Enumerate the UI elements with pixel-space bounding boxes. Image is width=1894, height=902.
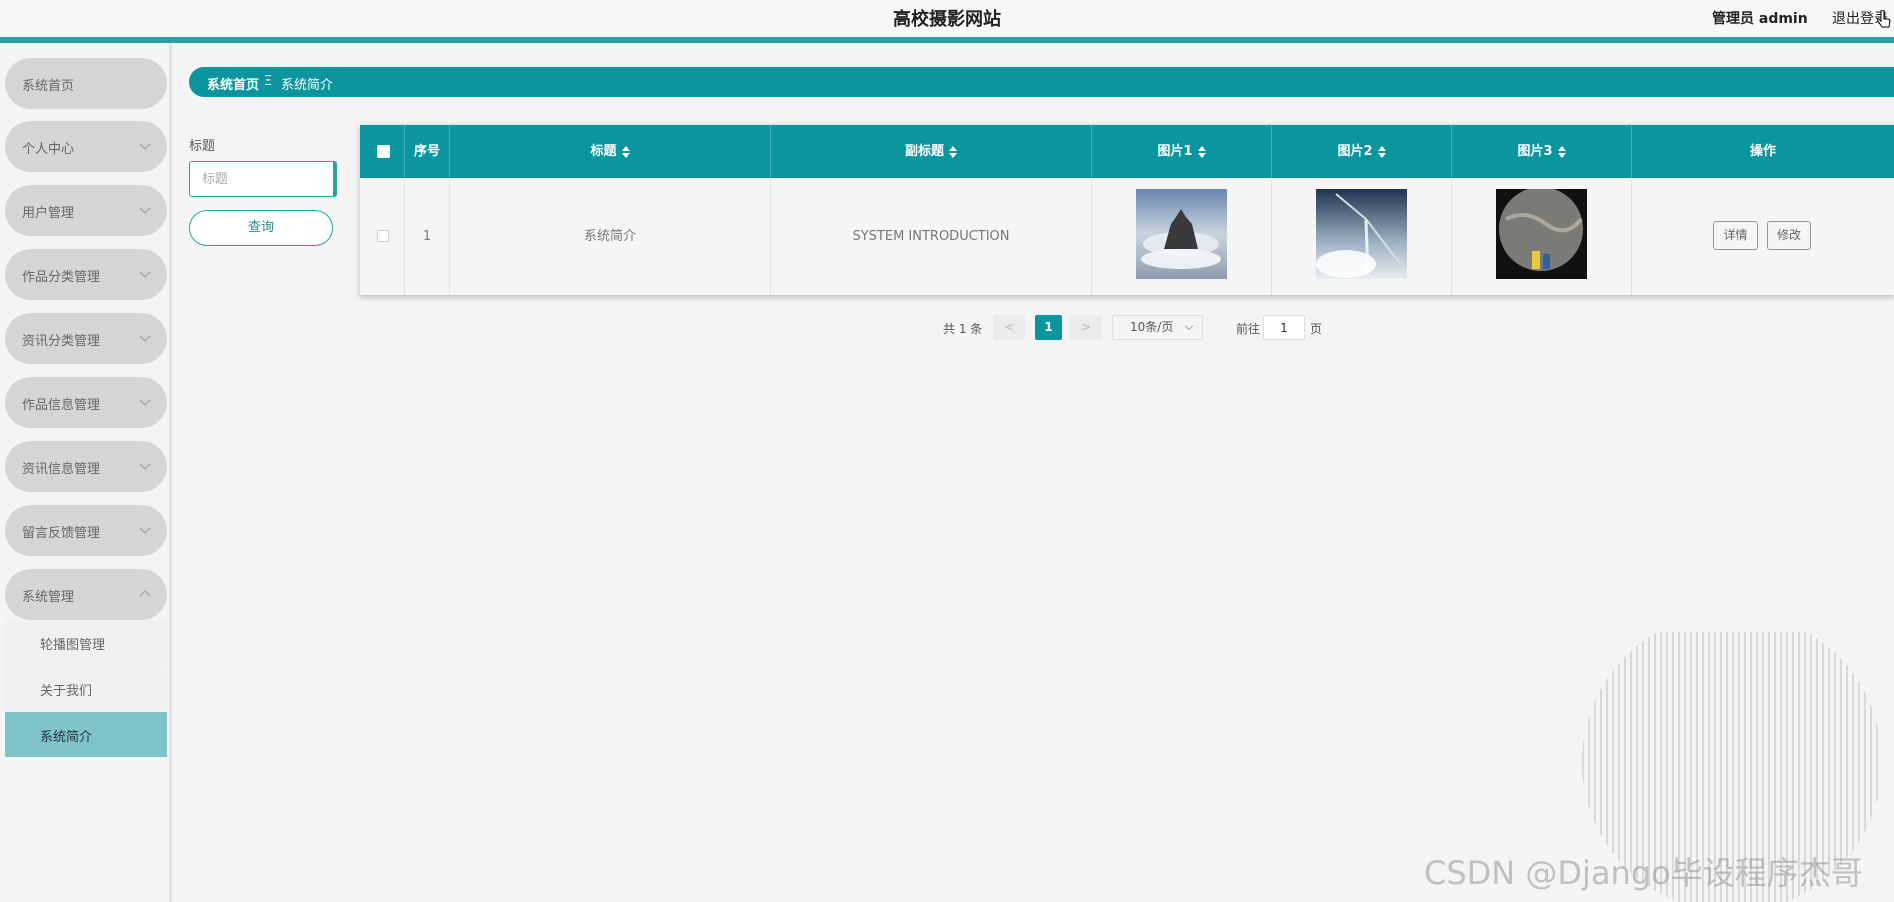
sidebar-item-label: 用户管理 [22,206,75,221]
image3-thumbnail[interactable] [1496,189,1587,279]
row-image3-cell [1452,178,1632,295]
row-image2-cell [1272,178,1452,295]
column-header-subtitle[interactable]: 副标题 [771,125,1092,178]
search-title-input[interactable] [189,161,337,197]
sidebar: 系统首页 个人中心 用户管理 作品分类管理 资讯分类管理 作品信息管理 资讯信息… [0,43,172,902]
sidebar-item-label: 留言反馈管理 [22,526,101,541]
page-size-value: 10条/页 [1130,320,1174,334]
search-button[interactable]: 查询 [189,210,333,246]
row-title-cell: 系统简介 [450,178,771,295]
pagination-total: 共 1 条 [943,322,983,336]
column-header-image3[interactable]: 图片3 [1452,125,1632,178]
column-header-image1[interactable]: 图片1 [1092,125,1272,178]
chevron-down-icon [139,202,151,214]
sidebar-item-home[interactable]: 系统首页 [5,58,167,109]
table-row: 1 系统简介 SYSTEM INTRODUCTION 详情 修改 [360,178,1894,295]
pagination-prev-button[interactable]: < [993,315,1025,340]
pagination-page-1[interactable]: 1 [1035,315,1062,340]
sort-icon[interactable] [1377,145,1386,158]
pagination-page-unit: 页 [1310,322,1323,336]
row-actions-cell: 详情 修改 [1632,178,1894,295]
column-header-image2[interactable]: 图片2 [1272,125,1452,178]
sidebar-item-feedback[interactable]: 留言反馈管理 [5,505,167,556]
select-all-checkbox[interactable] [377,145,390,158]
sidebar-item-news-info[interactable]: 资讯信息管理 [5,441,167,492]
top-header: 高校摄影网站 管理员 admin 退出登录 [0,0,1894,37]
breadcrumb-home-link[interactable]: 系统首页 [207,74,259,93]
chevron-down-icon [139,330,151,342]
search-title-label: 标题 [189,139,216,154]
image1-thumbnail[interactable] [1136,189,1227,279]
sidebar-item-label: 个人中心 [22,142,75,157]
sidebar-item-label: 资讯分类管理 [22,334,101,349]
sidebar-item-work-info[interactable]: 作品信息管理 [5,377,167,428]
sidebar-item-news-category[interactable]: 资讯分类管理 [5,313,167,364]
submenu-item-carousel[interactable]: 轮播图管理 [5,620,167,665]
header-select-cell [360,125,405,178]
column-header-label: 图片3 [1517,144,1553,159]
edit-button[interactable]: 修改 [1767,221,1811,250]
sort-icon[interactable] [621,145,630,158]
sidebar-item-label: 作品信息管理 [22,398,101,413]
sidebar-item-user-management[interactable]: 用户管理 [5,185,167,236]
column-header-label: 副标题 [904,144,944,159]
sidebar-item-work-category[interactable]: 作品分类管理 [5,249,167,300]
chevron-down-icon [139,394,151,406]
chevron-down-icon [1184,321,1194,331]
header-accent-bar [0,37,1894,43]
chevron-down-icon [139,138,151,150]
pagination-goto-label: 前往 [1236,322,1261,336]
sidebar-item-label: 作品分类管理 [22,270,101,285]
image2-thumbnail[interactable] [1316,189,1407,279]
sidebar-item-label: 资讯信息管理 [22,462,101,477]
hand-cursor-icon [1877,10,1891,28]
pagination-next-button[interactable]: > [1070,315,1102,340]
current-user-label: 管理员 admin [1712,11,1808,27]
chevron-down-icon [139,458,151,470]
chevron-down-icon [139,522,151,534]
submenu-item-label: 系统简介 [40,730,93,745]
row-image1-cell [1092,178,1272,295]
site-title: 高校摄影网站 [893,9,1001,30]
breadcrumb-separator: Ξ [264,74,273,89]
row-subtitle-cell: SYSTEM INTRODUCTION [771,178,1092,295]
breadcrumb: 系统首页 Ξ 系统简介 [189,67,1894,97]
sidebar-item-label: 系统首页 [22,79,75,94]
data-table: 序号 标题 副标题 图片1 图片2 图片3 操作 1 系统简介 SYSTEM I… [360,125,1894,295]
row-checkbox[interactable] [377,230,389,242]
row-index-cell: 1 [405,178,450,295]
column-header-title[interactable]: 标题 [450,125,771,178]
column-header-label: 标题 [590,144,617,159]
sidebar-item-label: 系统管理 [22,590,75,605]
column-header-label: 图片1 [1157,144,1193,159]
column-header-index: 序号 [405,125,450,178]
sort-icon[interactable] [949,145,957,158]
page-size-select[interactable]: 10条/页 [1112,315,1203,340]
submenu-item-system-intro[interactable]: 系统简介 [5,712,167,757]
sidebar-item-personal-center[interactable]: 个人中心 [5,121,167,172]
table-header: 序号 标题 副标题 图片1 图片2 图片3 操作 [360,125,1894,178]
row-select-cell [360,178,405,295]
submenu-item-about-us[interactable]: 关于我们 [5,666,167,711]
sort-icon[interactable] [1197,145,1206,158]
pagination-jump-input[interactable] [1263,315,1305,340]
column-header-label: 图片2 [1337,144,1373,159]
column-header-actions: 操作 [1632,125,1894,178]
watermark-text: CSDN @Django毕设程序杰哥 [1424,854,1863,892]
sort-icon[interactable] [1557,145,1566,158]
submenu-item-label: 关于我们 [40,684,93,699]
submenu-item-label: 轮播图管理 [40,638,106,653]
column-header-label: 序号 [413,144,440,159]
sidebar-item-system-management[interactable]: 系统管理 [5,569,167,620]
column-header-label: 操作 [1749,144,1776,159]
chevron-up-icon [139,590,151,602]
detail-button[interactable]: 详情 [1713,221,1758,250]
breadcrumb-current: 系统简介 [281,78,334,93]
chevron-down-icon [139,266,151,278]
